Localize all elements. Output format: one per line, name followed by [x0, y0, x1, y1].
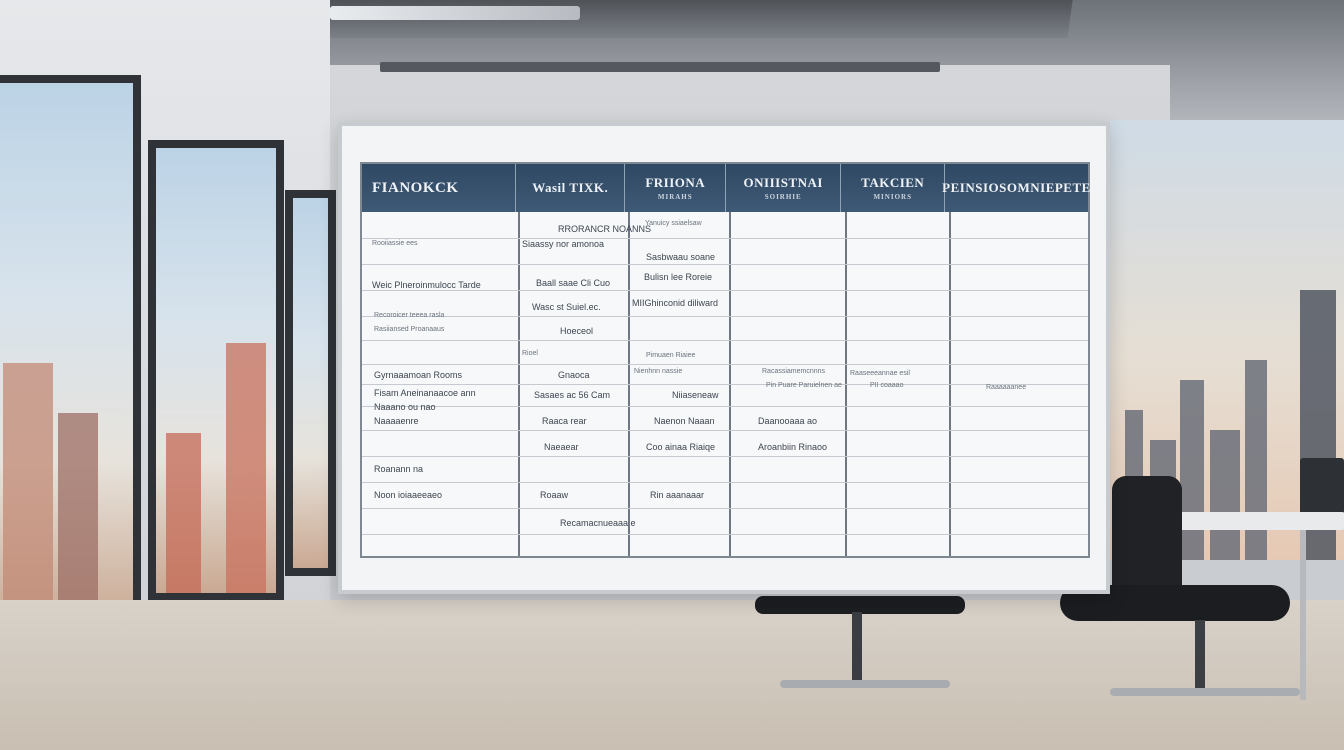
chair-post	[1195, 620, 1205, 690]
table-cell: Daanooaaa ao	[758, 416, 818, 426]
skyline-building	[1245, 360, 1267, 560]
table-cell: Recamacnueaaa e	[560, 518, 636, 528]
table-cell: Roaaw	[540, 490, 569, 500]
track-rail	[380, 62, 940, 72]
window-left-2	[148, 140, 284, 601]
row-divider	[362, 290, 1088, 291]
skyline-building	[1210, 430, 1240, 560]
table-cell: Sasaes ac 56 Cam	[534, 390, 611, 400]
table-cell: Yanuicy ssiaelsaw	[645, 220, 702, 227]
table-cell: Coo ainaa Riaiqe	[646, 442, 716, 452]
floor	[0, 600, 1344, 750]
row-divider	[362, 534, 1088, 535]
table-cell: Rasiiansed Proanaaus	[374, 326, 445, 333]
table-cell: Rioel	[522, 350, 538, 357]
row-divider	[362, 264, 1088, 265]
office-scene: FIANOKCK Wasil TIXK. FRIIONA MIRAHS ONII…	[0, 0, 1344, 750]
header-label: TAKCIEN	[861, 175, 925, 190]
table-header-cell: PEINSIOSOMNIEPETE	[942, 164, 1091, 212]
window-left-1	[0, 75, 141, 631]
monitor	[1300, 458, 1344, 514]
table-cell: Wasc st Suiel.ec.	[532, 302, 601, 312]
table-cell: Fisam Aneinanaacoe ann	[374, 388, 476, 398]
table-cell: Siaassy nor amonoa	[522, 239, 605, 249]
row-divider	[362, 238, 1088, 239]
ceiling-light	[330, 6, 580, 20]
table-cell: PII coaaao	[870, 382, 904, 389]
table-header-cell: TAKCIEN MINIORS	[841, 164, 945, 212]
table-cell: Raaseeeannae esil	[850, 370, 910, 377]
table-cell: Hoeceol	[560, 326, 594, 336]
table-cell: MIIGhinconid diliward	[632, 298, 719, 308]
table-header-cell: ONIIISTNAI SOIRHIE	[726, 164, 842, 212]
table-header-cell: FRIIONA MIRAHS	[625, 164, 727, 212]
row-divider	[362, 406, 1088, 407]
table-cell: Nienhnn nassie	[634, 368, 683, 375]
table-panel: FIANOKCK Wasil TIXK. FRIIONA MIRAHS ONII…	[360, 162, 1090, 558]
table-header-row: FIANOKCK Wasil TIXK. FRIIONA MIRAHS ONII…	[362, 164, 1091, 212]
table-cell: Naaaaenre	[374, 416, 419, 426]
table-cell: Raaca rear	[542, 416, 587, 426]
header-label: ONIIISTNAI	[743, 175, 823, 190]
header-sublabel: MIRAHS	[657, 193, 693, 201]
table-cell: Roanann na	[374, 464, 424, 474]
table-body: Rooiiassie ees RRORANCR NOANNS Siaassy n…	[362, 212, 1088, 556]
table-header-cell: FIANOKCK	[362, 164, 516, 212]
row-divider	[362, 508, 1088, 509]
table-cell: Niiaseneaw	[672, 390, 719, 400]
table-cell: Pin Puare Paruielnen ae	[766, 382, 842, 389]
window-left-3	[285, 190, 336, 576]
skyline-building	[166, 433, 201, 593]
table-cell: Recoroicer teeea rasla	[374, 312, 445, 319]
table-cell: Baall saae Cli Cuo	[536, 278, 611, 288]
table-cell: Aroanbiin Rinaoo	[758, 442, 828, 452]
header-sublabel: MINIORS	[873, 193, 912, 201]
row-divider	[362, 482, 1088, 483]
table-cell: Gyrnaaamoan Rooms	[374, 370, 463, 380]
table-cell: Rooiiassie ees	[372, 240, 418, 247]
header-label: PEINSIOSOMNIEPETE	[942, 180, 1091, 195]
desk-leg	[1300, 530, 1306, 700]
skyline-building	[3, 363, 53, 623]
row-divider	[362, 316, 1088, 317]
table-cell: Noon ioiaaeeaeo	[374, 490, 443, 500]
table-cell: Racassiamemcnnns	[762, 368, 826, 375]
row-divider	[362, 364, 1088, 365]
table-cell: Naaano ou nao	[374, 402, 436, 412]
row-divider	[362, 384, 1088, 385]
table-cell: Rin aaanaaar	[650, 490, 705, 500]
chair-base	[1110, 688, 1300, 696]
table-cell: Gnaoca	[558, 370, 590, 380]
skyline-building	[58, 413, 98, 623]
skyline-building	[226, 343, 266, 593]
header-sublabel: SOIRHIE	[764, 193, 802, 201]
header-label: FRIIONA	[645, 175, 706, 190]
table-cell: Naeaear	[544, 442, 579, 452]
row-divider	[362, 340, 1088, 341]
skyline-building	[1180, 380, 1204, 560]
table-cell: Sasbwaau soane	[646, 252, 716, 262]
chair-base	[780, 680, 950, 688]
table-cell: RRORANCR NOANNS	[558, 224, 652, 234]
table-header-cell: Wasil TIXK.	[516, 164, 626, 212]
header-label: Wasil TIXK.	[532, 180, 609, 195]
table-cell: Raaaaaanee	[986, 384, 1027, 391]
table-cell: Weic Plneroinmulocc Tarde	[372, 280, 481, 290]
row-divider	[362, 456, 1088, 457]
table-cell: Naenon Naaan	[654, 416, 715, 426]
row-divider	[362, 430, 1088, 431]
header-label: FIANOKCK	[372, 179, 459, 196]
whiteboard-screen: FIANOKCK Wasil TIXK. FRIIONA MIRAHS ONII…	[338, 122, 1110, 594]
table-cell: Bulisn lee Roreie	[644, 272, 713, 282]
table-cell: Pimuaen Riaiee	[646, 352, 696, 359]
chair-post	[852, 612, 862, 682]
